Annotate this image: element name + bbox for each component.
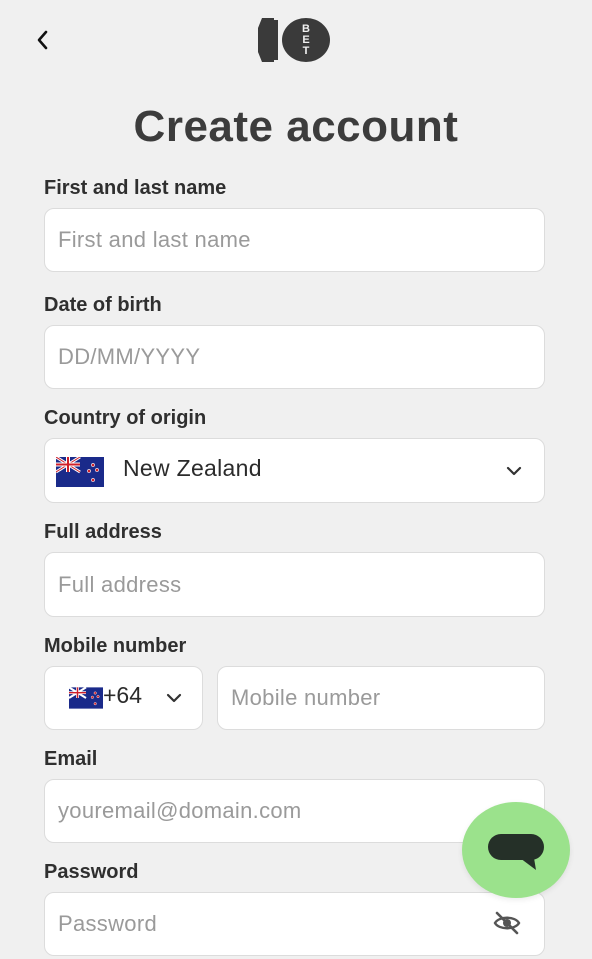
country-code-value: +64 [103, 682, 143, 708]
eye-off-icon [493, 911, 521, 935]
brand-logo: B E T [258, 16, 332, 64]
chat-button[interactable] [462, 802, 570, 898]
address-label: Full address [44, 521, 162, 543]
password-visibility-toggle[interactable] [492, 908, 522, 938]
mobile-input[interactable] [217, 666, 545, 730]
chevron-down-icon [166, 693, 182, 703]
chevron-down-icon [506, 466, 522, 476]
mobile-label: Mobile number [44, 635, 187, 657]
new-zealand-flag-icon [69, 687, 103, 709]
page-title: Create account [133, 102, 459, 151]
chevron-left-icon [37, 30, 48, 50]
name-label: First and last name [44, 177, 227, 199]
new-zealand-flag-icon [56, 457, 104, 487]
country-code-select[interactable]: +64 [44, 666, 203, 730]
password-input[interactable] [44, 892, 545, 956]
dob-label: Date of birth [44, 294, 162, 316]
email-label: Email [44, 748, 98, 770]
country-select[interactable]: New Zealand [44, 438, 545, 503]
country-label: Country of origin [44, 407, 207, 429]
name-input[interactable] [44, 208, 545, 272]
svg-text:T: T [303, 45, 310, 57]
password-label: Password [44, 861, 139, 883]
back-button[interactable] [30, 27, 54, 53]
chat-bubble-icon [488, 834, 544, 870]
country-value: New Zealand [123, 455, 262, 481]
dob-input[interactable] [44, 325, 545, 389]
address-input[interactable] [44, 552, 545, 617]
